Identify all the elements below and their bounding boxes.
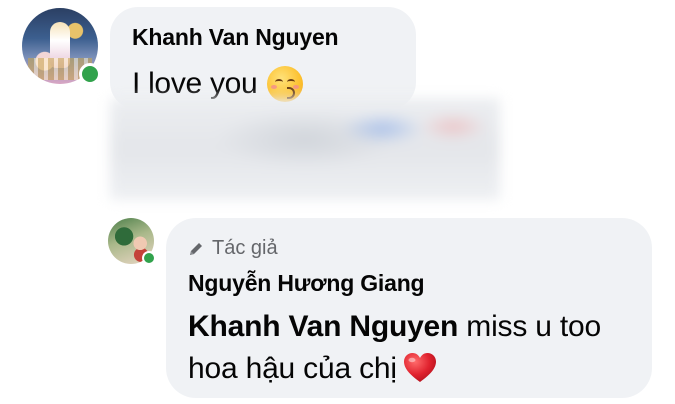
pencil-icon xyxy=(190,242,202,255)
online-status-icon xyxy=(142,251,156,265)
comment-body: I love you xyxy=(132,67,258,100)
author-badge-label: Tác giả xyxy=(212,237,278,259)
kissing-face-emoji-icon xyxy=(267,66,304,102)
online-status-icon xyxy=(79,63,101,85)
blurred-attachment xyxy=(110,98,500,200)
red-heart-icon xyxy=(403,353,436,382)
comment-avatar[interactable] xyxy=(22,8,101,85)
mention-link[interactable]: Khanh Van Nguyen xyxy=(188,310,458,343)
comment-text: I love you xyxy=(132,66,304,102)
author-badge: Tác giả xyxy=(188,237,278,260)
reply-author-name[interactable]: Nguyễn Hương Giang xyxy=(188,270,425,297)
comment-thread: Khanh Van Nguyen I love you Tác giả Nguy… xyxy=(0,0,675,404)
comment-author-name[interactable]: Khanh Van Nguyen xyxy=(132,24,339,51)
reply-avatar[interactable] xyxy=(108,218,156,265)
reply-text: Khanh Van Nguyen miss u too hoa hậu của … xyxy=(188,306,628,390)
